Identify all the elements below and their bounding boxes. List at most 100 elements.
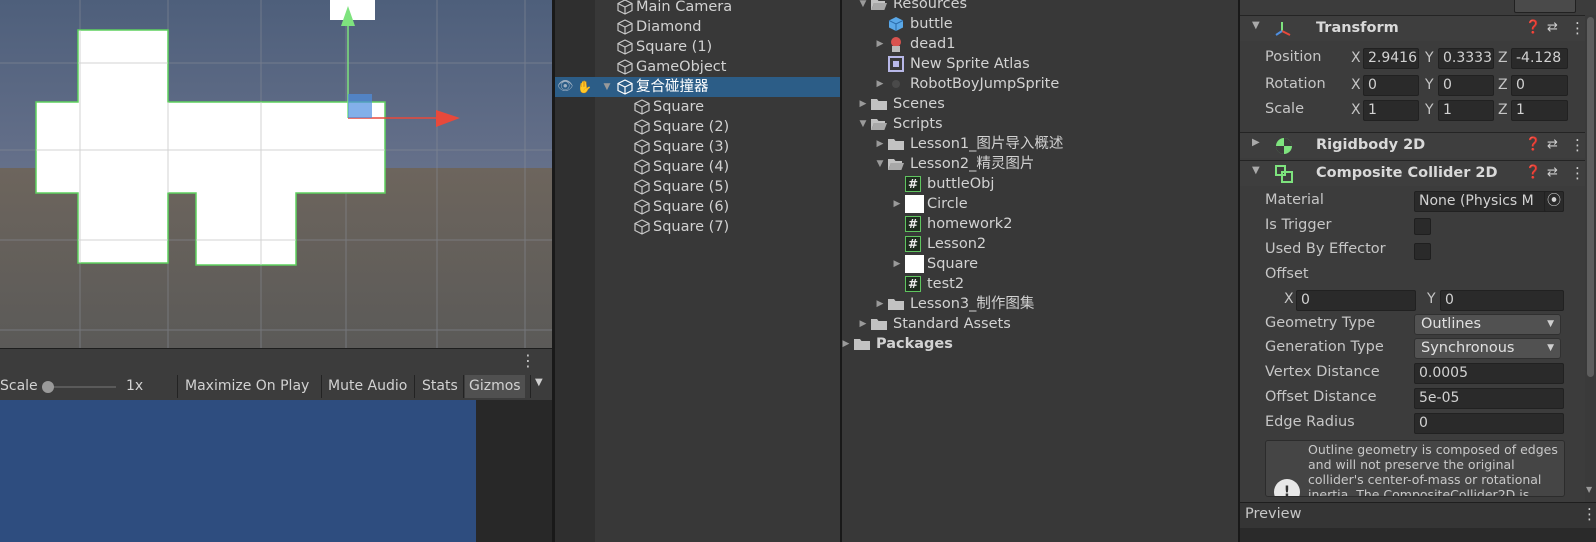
edge-radius-field[interactable]: 0 — [1414, 413, 1564, 434]
geometry-type-dropdown[interactable]: Outlines ▼ — [1414, 314, 1561, 335]
kebab-icon[interactable]: ⋮ — [520, 351, 536, 370]
kebab-icon[interactable]: ⋮ — [1570, 164, 1585, 182]
foldout-expanded-icon[interactable]: ▼ — [1252, 165, 1260, 176]
layer-dropdown[interactable] — [1514, 0, 1576, 13]
foldout-collapsed-icon[interactable]: ▶ — [874, 34, 886, 54]
hierarchy-item[interactable]: Square (3) — [555, 137, 840, 157]
axis-x-label[interactable]: X — [1351, 77, 1361, 93]
inspector-scrollbar[interactable]: ▼ — [1585, 15, 1596, 502]
project-item[interactable]: ▼ Scripts — [842, 114, 1238, 134]
project-item[interactable]: ▼ Lesson2_精灵图片 — [842, 154, 1238, 174]
hierarchy-item[interactable]: Square (5) — [555, 177, 840, 197]
project-item[interactable]: ▼ Resources — [842, 0, 1238, 14]
rotation-z-field[interactable]: 0 — [1511, 75, 1568, 96]
offset-x-field[interactable]: 0 — [1296, 290, 1416, 311]
kebab-icon[interactable]: ⋮ — [1570, 19, 1585, 37]
vertex-distance-field[interactable]: 0.0005 — [1414, 363, 1564, 384]
foldout-collapsed-icon[interactable]: ▶ — [891, 254, 903, 274]
help-icon[interactable]: ❓ — [1525, 137, 1541, 152]
visibility-eye-icon[interactable]: 👁 — [557, 77, 574, 97]
gizmos-button[interactable]: Gizmos — [465, 375, 525, 398]
presets-icon[interactable]: ⇄ — [1547, 20, 1558, 35]
foldout-collapsed-icon[interactable]: ▶ — [840, 334, 852, 354]
foldout-expanded-icon[interactable]: ▼ — [601, 77, 613, 97]
project-item[interactable]: # buttleObj — [842, 174, 1238, 194]
project-item[interactable]: ▶ dead1 — [842, 34, 1238, 54]
offset-distance-field[interactable]: 5e-05 — [1414, 388, 1564, 409]
help-icon[interactable]: ❓ — [1525, 20, 1541, 35]
project-item[interactable]: # homework2 — [842, 214, 1238, 234]
position-z-field[interactable]: -4.128 — [1511, 48, 1568, 69]
foldout-expanded-icon[interactable]: ▼ — [874, 154, 886, 174]
axis-y-label[interactable]: Y — [1425, 102, 1434, 118]
rigidbody-2d-header[interactable]: ▶ Rigidbody 2D ❓ ⇄ ⋮ — [1240, 132, 1585, 158]
hierarchy-item[interactable]: 👁 ✋ ▼ 复合碰撞器 — [555, 77, 840, 97]
square-sprite-top[interactable] — [330, 0, 375, 20]
kebab-icon[interactable]: ⋮ — [1570, 136, 1585, 154]
foldout-expanded-icon[interactable]: ▼ — [1252, 20, 1260, 31]
scale-z-field[interactable]: 1 — [1511, 100, 1568, 121]
foldout-collapsed-icon[interactable]: ▶ — [874, 134, 886, 154]
foldout-collapsed-icon[interactable]: ▶ — [857, 94, 869, 114]
stats-button[interactable]: Stats — [418, 375, 462, 398]
axis-y-label[interactable]: Y — [1425, 77, 1434, 93]
gizmo-x-arrow-icon[interactable] — [436, 110, 460, 127]
is-trigger-checkbox[interactable] — [1414, 218, 1431, 235]
project-item[interactable]: ▶ Square — [842, 254, 1238, 274]
axis-y-label[interactable]: Y — [1427, 291, 1436, 307]
project-item[interactable]: ▶ Scenes — [842, 94, 1238, 114]
scale-slider-thumb[interactable] — [42, 381, 54, 393]
foldout-collapsed-icon[interactable]: ▶ — [874, 294, 886, 314]
game-view[interactable] — [0, 400, 552, 542]
gizmos-dropdown-icon[interactable]: ▼ — [535, 377, 543, 388]
hierarchy-item[interactable]: Square (1) — [555, 37, 840, 57]
project-item[interactable]: # Lesson2 — [842, 234, 1238, 254]
composite-collider-2d-header[interactable]: ▼ Composite Collider 2D ❓ ⇄ ⋮ — [1240, 160, 1585, 186]
offset-y-field[interactable]: 0 — [1440, 290, 1564, 311]
foldout-collapsed-icon[interactable]: ▶ — [857, 314, 869, 334]
axis-x-label[interactable]: X — [1351, 50, 1361, 66]
project-item[interactable]: ▶ RobotBoyJumpSprite — [842, 74, 1238, 94]
project-item[interactable]: ▶ Standard Assets — [842, 314, 1238, 334]
hierarchy-item[interactable]: Diamond — [555, 17, 840, 37]
scale-y-field[interactable]: 1 — [1438, 100, 1494, 121]
hierarchy-item[interactable]: Square (7) — [555, 217, 840, 237]
hierarchy-item[interactable]: Square (2) — [555, 117, 840, 137]
position-y-field[interactable]: 0.3333 — [1438, 48, 1494, 69]
project-item[interactable]: # test2 — [842, 274, 1238, 294]
project-item[interactable]: ▶ Packages — [842, 334, 1238, 354]
foldout-collapsed-icon[interactable]: ▶ — [1252, 137, 1260, 148]
hierarchy-item[interactable]: Square (4) — [555, 157, 840, 177]
project-item[interactable]: ▶ Lesson1_图片导入概述 — [842, 134, 1238, 154]
gizmo-plane-handle[interactable] — [348, 94, 372, 118]
axis-x-label[interactable]: X — [1284, 291, 1294, 307]
scale-slider-track[interactable] — [44, 386, 116, 388]
foldout-expanded-icon[interactable]: ▼ — [857, 114, 869, 134]
rotation-y-field[interactable]: 0 — [1438, 75, 1494, 96]
axis-z-label[interactable]: Z — [1498, 77, 1508, 93]
hierarchy-item[interactable]: GameObject — [555, 57, 840, 77]
maximize-on-play-button[interactable]: Maximize On Play — [181, 375, 313, 398]
foldout-expanded-icon[interactable]: ▼ — [857, 0, 869, 14]
presets-icon[interactable]: ⇄ — [1547, 165, 1558, 180]
hierarchy-item[interactable]: Main Camera — [555, 0, 840, 17]
axis-z-label[interactable]: Z — [1498, 50, 1508, 66]
foldout-collapsed-icon[interactable]: ▶ — [891, 194, 903, 214]
scroll-down-icon[interactable]: ▼ — [1586, 485, 1592, 494]
preview-bar[interactable]: Preview ⋮ — [1240, 502, 1596, 528]
scene-canvas[interactable] — [0, 0, 552, 348]
rotation-x-field[interactable]: 0 — [1363, 75, 1419, 96]
position-x-field[interactable]: 2.9416 — [1363, 48, 1419, 69]
axis-z-label[interactable]: Z — [1498, 102, 1508, 118]
project-item[interactable]: ▶ Circle — [842, 194, 1238, 214]
hierarchy-item[interactable]: Square — [555, 97, 840, 117]
axis-x-label[interactable]: X — [1351, 102, 1361, 118]
project-item[interactable]: buttle — [842, 14, 1238, 34]
foldout-collapsed-icon[interactable]: ▶ — [874, 74, 886, 94]
composite-collider-shape[interactable] — [35, 29, 386, 266]
material-field[interactable]: None (Physics M — [1414, 191, 1564, 212]
object-picker-icon[interactable]: ⦿ — [1544, 191, 1564, 212]
scene-view[interactable] — [0, 0, 552, 348]
axis-y-label[interactable]: Y — [1425, 50, 1434, 66]
pickable-hand-icon[interactable]: ✋ — [577, 77, 592, 97]
